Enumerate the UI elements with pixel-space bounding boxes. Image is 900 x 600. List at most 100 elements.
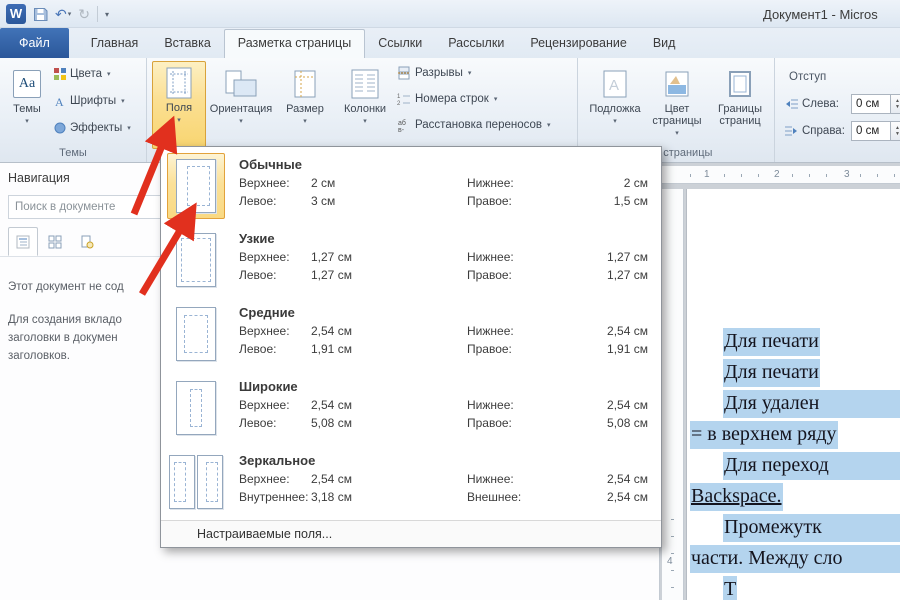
- nav-tab-pages[interactable]: [40, 227, 70, 256]
- page-color-label-line1: Цвет: [665, 103, 690, 115]
- page-color-button[interactable]: Цвет страницы ▾: [648, 62, 706, 146]
- word-logo-icon[interactable]: W: [6, 4, 26, 24]
- quick-access-toolbar: W ↶▾ ↻ ▾: [6, 4, 109, 24]
- indent-left-field[interactable]: 0 см: [851, 94, 891, 114]
- margin-label: Левое:: [239, 342, 276, 356]
- save-button[interactable]: [33, 7, 48, 22]
- margins-option-narrow[interactable]: Узкие Верхнее: 1,27 см Нижнее: 1,27 см Л…: [161, 224, 661, 298]
- qat-separator: [97, 6, 98, 22]
- margin-preset-icon-wide: [167, 375, 225, 441]
- hyphenation-button[interactable]: абв- Расстановка переносов▾: [397, 118, 551, 132]
- margins-option-wide[interactable]: Широкие Верхнее: 2,54 см Нижнее: 2,54 см…: [161, 372, 661, 446]
- theme-fonts-button[interactable]: A Шрифты▾: [54, 95, 125, 107]
- ribbon-tab-bar: Файл Главная Вставка Разметка страницы С…: [0, 28, 900, 58]
- custom-margins-button[interactable]: Настраиваемые поля...: [161, 520, 661, 547]
- margin-label: Верхнее:: [239, 250, 290, 264]
- indent-left-stepper[interactable]: ▲▼: [891, 94, 900, 114]
- margin-preset-icon-mirrored: [167, 449, 225, 515]
- page-color-icon: [665, 71, 689, 97]
- document-page[interactable]: Для печати Для печати Для удален = в вер…: [686, 189, 900, 600]
- navigation-hint-line: Для создания вкладо: [8, 311, 122, 329]
- horizontal-ruler[interactable]: 1 2 3: [662, 166, 900, 184]
- hyphenation-icon: абв-: [397, 118, 411, 132]
- document-line: части. Между сло: [690, 547, 900, 578]
- nav-tab-results[interactable]: [72, 227, 102, 256]
- vertical-ruler[interactable]: 4: [662, 189, 684, 600]
- line-numbers-button[interactable]: 12 Номера строк▾: [397, 92, 497, 106]
- chevron-down-icon: ▾: [68, 10, 72, 18]
- tab-mailings[interactable]: Рассылки: [435, 29, 517, 58]
- margins-option-moderate[interactable]: Средние Верхнее: 2,54 см Нижнее: 2,54 см…: [161, 298, 661, 372]
- group-label-themes: Темы: [0, 147, 146, 159]
- columns-button[interactable]: Колонки ▾: [337, 62, 393, 146]
- tab-references[interactable]: Ссылки: [365, 29, 435, 58]
- chevron-down-icon: ▾: [25, 117, 29, 125]
- margin-value: 1,27 см: [311, 268, 352, 282]
- columns-button-label: Колонки: [344, 103, 386, 115]
- selected-text: Для печати: [723, 328, 820, 356]
- margin-value: 1,5 см: [614, 194, 648, 208]
- orientation-button[interactable]: Ориентация ▾: [210, 62, 272, 146]
- nav-tab-headings[interactable]: [8, 227, 38, 256]
- document-line: Для переход: [690, 454, 900, 485]
- size-button[interactable]: Размер ▾: [277, 62, 333, 146]
- pages-tab-icon: [48, 235, 62, 249]
- theme-effects-button[interactable]: Эффекты ▾: [54, 122, 131, 134]
- indent-right-field[interactable]: 0 см: [851, 121, 891, 141]
- margins-option-mirrored[interactable]: Зеркальное Верхнее: 2,54 см Нижнее: 2,54…: [161, 446, 661, 520]
- redo-button[interactable]: ↻: [78, 6, 90, 23]
- tab-home[interactable]: Главная: [78, 29, 152, 58]
- selected-text: Backspace.: [690, 483, 783, 511]
- margin-value: 2,54 см: [607, 490, 648, 504]
- qat-customize-button[interactable]: ▾: [105, 10, 109, 19]
- margin-value: 2,54 см: [311, 472, 352, 486]
- margin-option-title: Средние: [239, 305, 295, 320]
- themes-icon: Aa: [13, 70, 41, 98]
- theme-effects-label: Эффекты: [70, 122, 122, 134]
- indent-left-control: Слева: 0 см ▲▼: [785, 94, 900, 114]
- margin-label: Внутреннее:: [239, 490, 308, 504]
- margin-label: Верхнее:: [239, 176, 290, 190]
- margin-value: 1,91 см: [607, 342, 648, 356]
- themes-button[interactable]: Aa Темы ▾: [4, 62, 50, 146]
- document-area: 1 2 3 4 Для печати Для печати Для удален…: [660, 163, 900, 600]
- margin-value: 5,08 см: [607, 416, 648, 430]
- watermark-button[interactable]: A Подложка ▾: [586, 62, 644, 146]
- margin-label: Правое:: [467, 416, 512, 430]
- theme-colors-button[interactable]: Цвета▾: [54, 68, 111, 80]
- breaks-button[interactable]: Разрывы▾: [397, 66, 471, 80]
- ruler-mark: 2: [772, 169, 782, 180]
- selected-text: части. Между сло: [690, 545, 900, 573]
- page-borders-button[interactable]: Границы страниц: [710, 62, 770, 146]
- indent-right-icon: [785, 125, 798, 137]
- margin-value: 2,54 см: [311, 324, 352, 338]
- svg-text:в-: в-: [398, 127, 405, 132]
- navigation-hint-text: Для создания вкладо заголовки в докумен …: [8, 311, 122, 365]
- margin-label: Нижнее:: [467, 398, 514, 412]
- selected-text: Т: [723, 576, 737, 600]
- margin-label: Нижнее:: [467, 324, 514, 338]
- tab-view[interactable]: Вид: [640, 29, 689, 58]
- orientation-icon: [225, 69, 257, 99]
- tab-file[interactable]: Файл: [0, 28, 69, 58]
- undo-button[interactable]: ↶▾: [55, 6, 71, 23]
- page-borders-label-line2: страниц: [719, 115, 760, 127]
- tab-page-layout[interactable]: Разметка страницы: [224, 29, 365, 58]
- theme-effects-icon: [54, 122, 66, 134]
- svg-text:аб: аб: [398, 119, 406, 127]
- margins-option-normal[interactable]: Обычные Верхнее: 2 см Нижнее: 2 см Левое…: [161, 150, 661, 224]
- tab-review[interactable]: Рецензирование: [517, 29, 640, 58]
- chevron-down-icon: ▾: [494, 95, 498, 103]
- orientation-button-label: Ориентация: [210, 103, 272, 115]
- chevron-down-icon: ▾: [127, 124, 131, 132]
- margin-value: 1,91 см: [311, 342, 352, 356]
- tab-insert[interactable]: Вставка: [151, 29, 223, 58]
- chevron-down-icon: ▾: [239, 117, 243, 125]
- theme-colors-label: Цвета: [70, 68, 102, 80]
- group-paragraph: Отступ Слева: 0 см ▲▼ Справа: 0 см ▲▼: [775, 58, 900, 162]
- margin-value: 2,54 см: [607, 324, 648, 338]
- margin-preset-icon-normal: [167, 153, 225, 219]
- margins-button[interactable]: Поля ▾: [152, 61, 206, 149]
- margin-label: Левое:: [239, 416, 276, 430]
- indent-right-stepper[interactable]: ▲▼: [891, 121, 900, 141]
